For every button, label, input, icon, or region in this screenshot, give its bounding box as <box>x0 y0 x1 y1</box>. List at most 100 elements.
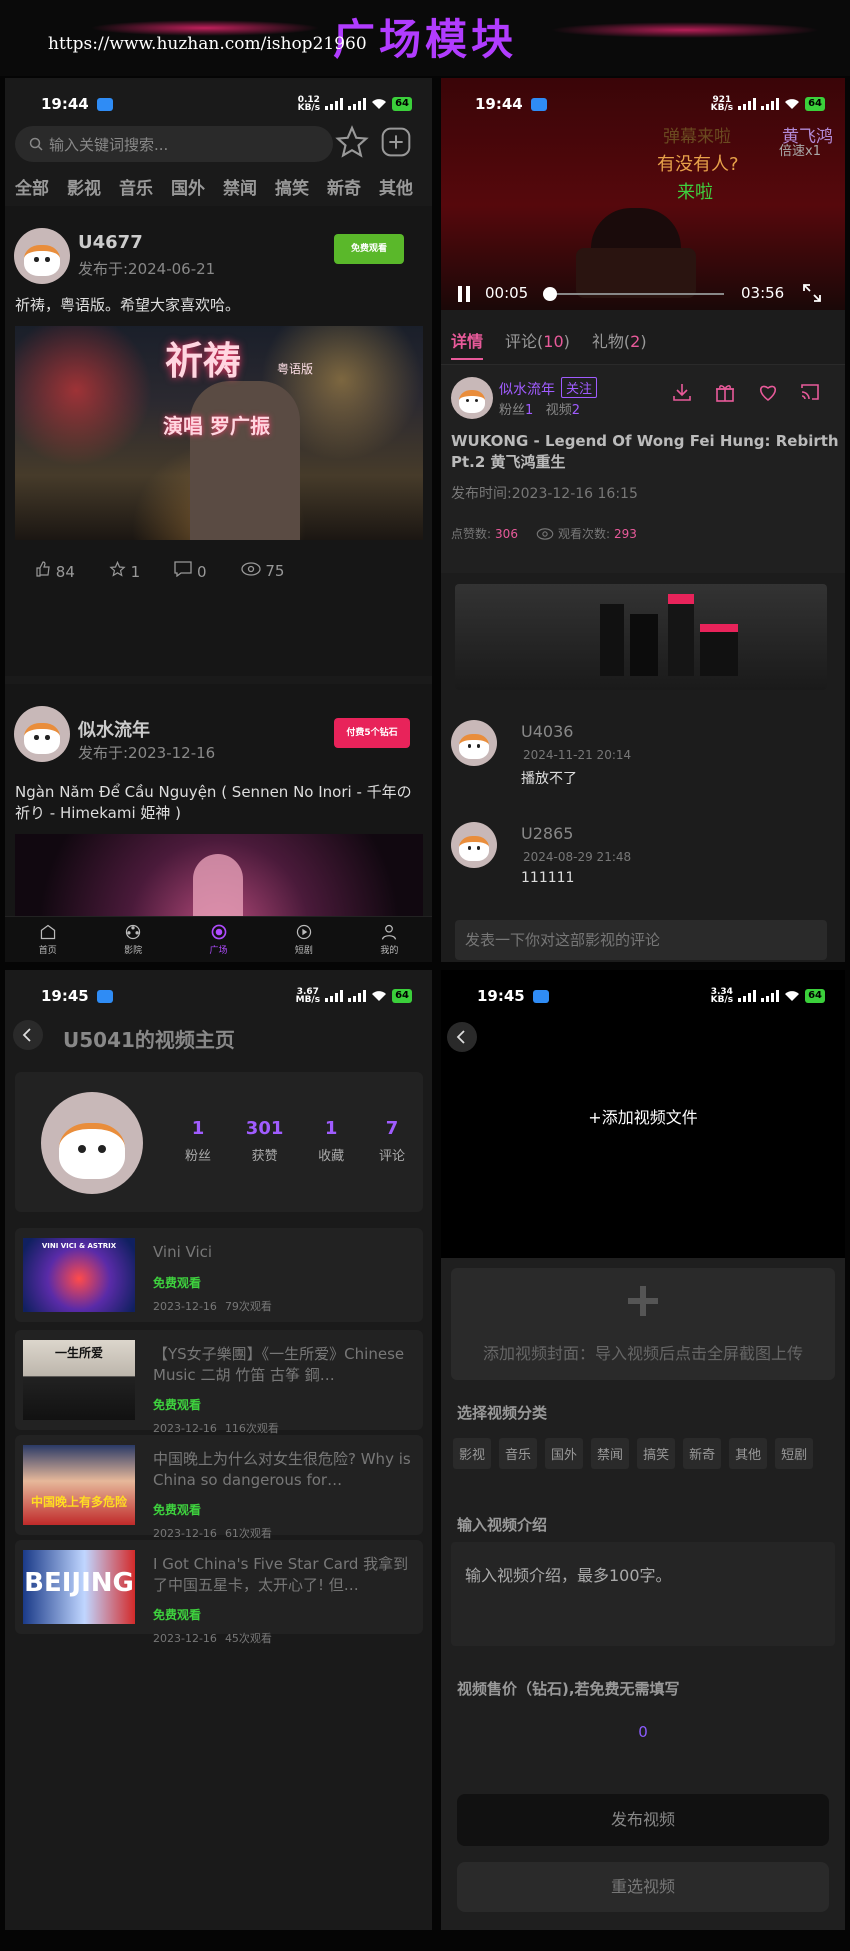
category-tab-5[interactable]: 搞笑 <box>275 179 309 199</box>
category-tab-7[interactable]: 其他 <box>379 179 413 199</box>
video-item[interactable]: 一生所爱 【YS女子樂團】《一生所爱》Chinese Music 二胡 竹笛 古筝… <box>15 1330 423 1435</box>
comment-input[interactable]: 发表一下你对这部影视的评论 <box>455 920 827 960</box>
stat-item[interactable]: 1 粉丝 <box>185 1118 211 1164</box>
cover-upload[interactable]: 添加视频封面：导入视频后点击全屏截图上传 <box>451 1268 835 1380</box>
tab-1[interactable]: 评论(10) <box>505 328 570 360</box>
category-tab-3[interactable]: 国外 <box>171 179 205 199</box>
like-button[interactable]: 84 <box>35 561 75 581</box>
video-thumbnail[interactable]: 一生所爱 <box>23 1340 135 1420</box>
reselect-button[interactable]: 重选视频 <box>457 1862 829 1912</box>
video-thumbnail[interactable]: BEIJING <box>23 1550 135 1624</box>
video-item[interactable]: VINI VICI & ASTRIX Vini Vici 免费观看 2023-12-1… <box>15 1228 423 1322</box>
search-input[interactable]: 输入关键词搜索... <box>49 134 168 155</box>
price-input[interactable]: 0 <box>451 1712 835 1752</box>
stat-item[interactable]: 301 获赞 <box>246 1118 284 1164</box>
notification-icon <box>530 97 547 111</box>
comment-user: U4036 <box>521 722 574 741</box>
category-option-1[interactable]: 音乐 <box>499 1438 538 1469</box>
status-time: 19:45 <box>477 987 525 1005</box>
category-tab-2[interactable]: 音乐 <box>119 179 153 199</box>
tab-2[interactable]: 礼物(2) <box>592 328 647 360</box>
nav-label: 广场 <box>209 946 228 956</box>
net-unit: KB/s <box>710 995 734 1005</box>
video-player[interactable]: 19:44 921 KB/s 64 弹幕来啦 黄飞鸿 倍速x1 有没有人? 来啦 … <box>441 78 845 310</box>
category-tab-6[interactable]: 新奇 <box>327 179 361 199</box>
nav-item-广场[interactable]: 广场 <box>176 917 261 962</box>
category-tab-0[interactable]: 全部 <box>15 179 49 199</box>
download-icon[interactable] <box>671 381 693 403</box>
follow-button[interactable]: 关注 <box>561 377 598 398</box>
battery-icon: 64 <box>805 97 825 111</box>
ad-banner[interactable] <box>455 584 827 690</box>
gift-icon[interactable] <box>714 381 736 403</box>
paid-badge[interactable]: 付费5个钻石 <box>334 718 410 748</box>
search-icon <box>29 137 43 151</box>
video-meta: 2023-12-16 61次观看 <box>153 1525 272 1541</box>
category-option-0[interactable]: 影视 <box>453 1438 492 1469</box>
video-preview[interactable]: 19:45 3.34 KB/s 64 +添加视频文件 <box>441 970 845 1258</box>
tab-0[interactable]: 详情 <box>451 328 484 360</box>
post-thumbnail[interactable]: 祈祷 粤语版 演唱 罗广振 <box>15 326 423 540</box>
notification-icon <box>96 97 113 111</box>
back-button[interactable] <box>447 1022 477 1052</box>
post-actions: 84 1 0 75 <box>35 560 284 581</box>
signal-icon <box>325 98 344 110</box>
heart-icon[interactable] <box>757 381 779 403</box>
avatar[interactable] <box>451 377 493 419</box>
nav-item-短剧[interactable]: 短剧 <box>261 917 346 962</box>
nav-item-我的[interactable]: 我的 <box>347 917 432 962</box>
category-option-7[interactable]: 短剧 <box>775 1438 814 1469</box>
video-views: 79次观看 <box>224 1300 272 1313</box>
category-tab-4[interactable]: 禁闻 <box>223 179 257 199</box>
free-watch-badge: 免费观看 <box>153 1608 202 1622</box>
nav-label: 我的 <box>380 946 399 956</box>
progress-knob[interactable] <box>542 287 557 301</box>
wifi-icon <box>785 991 800 1001</box>
stat-item[interactable]: 1 收藏 <box>318 1118 344 1164</box>
add-video-button[interactable]: +添加视频文件 <box>441 1104 845 1128</box>
publish-button[interactable]: 发布视频 <box>457 1794 829 1846</box>
stat-item[interactable]: 7 评论 <box>379 1118 405 1164</box>
nav-label: 首页 <box>38 946 57 956</box>
net-unit: MB/s <box>295 995 321 1005</box>
star-icon[interactable] <box>335 125 369 159</box>
tab-label: 礼物 <box>591 332 624 351</box>
category-option-4[interactable]: 搞笑 <box>637 1438 676 1469</box>
video-thumbnail[interactable]: 中国晚上有多危险 <box>23 1445 135 1525</box>
avatar[interactable] <box>14 228 70 284</box>
category-option-5[interactable]: 新奇 <box>683 1438 722 1469</box>
thumb-sub: 粤语版 <box>277 362 314 376</box>
nav-item-影院[interactable]: 影院 <box>90 917 175 962</box>
stat-value: 1 <box>324 1118 338 1139</box>
add-icon[interactable] <box>380 126 412 158</box>
video-item[interactable]: BEIJING I Got China's Five Star Card 我拿到了… <box>15 1540 423 1645</box>
free-watch-badge[interactable]: 免费观看 <box>334 234 404 264</box>
intro-textarea[interactable]: 输入视频介绍，最多100字。 <box>451 1542 835 1646</box>
avatar[interactable] <box>451 822 497 868</box>
avatar[interactable] <box>14 706 70 762</box>
video-item[interactable]: 中国晚上有多危险 中国晚上为什么对女生很危险? Why is China so d… <box>15 1435 423 1540</box>
comment-time: 2024-08-29 21:48 <box>523 850 632 864</box>
post-card[interactable]: U4677 发布于:2024-06-21 免费观看 祈祷，粤语版。希望大家喜欢哈… <box>5 206 432 676</box>
category-option-2[interactable]: 国外 <box>545 1438 584 1469</box>
video-views: 61次观看 <box>224 1527 272 1540</box>
fullscreen-icon[interactable] <box>801 282 823 304</box>
favorite-button[interactable]: 1 <box>109 560 140 581</box>
back-button[interactable] <box>13 1020 43 1050</box>
post-card[interactable]: 似水流年 发布于:2023-12-16 付费5个钻石 Ngàn Năm Để C… <box>5 684 432 962</box>
pause-icon[interactable] <box>455 284 473 304</box>
progress-track[interactable] <box>542 287 724 301</box>
search-bar[interactable]: 输入关键词搜索... <box>15 126 333 162</box>
video-thumbnail[interactable]: VINI VICI & ASTRIX <box>23 1238 135 1312</box>
video-date: 2023-12-16 <box>153 1632 217 1645</box>
post-username: U4677 <box>78 232 143 253</box>
category-tab-1[interactable]: 影视 <box>67 179 101 199</box>
category-option-6[interactable]: 其他 <box>729 1438 768 1469</box>
playback-speed[interactable]: 倍速x1 <box>779 140 821 159</box>
nav-item-首页[interactable]: 首页 <box>5 917 90 962</box>
category-option-3[interactable]: 禁闻 <box>591 1438 630 1469</box>
cast-icon[interactable] <box>799 381 821 403</box>
user-icon <box>382 924 397 940</box>
avatar[interactable] <box>451 720 497 766</box>
comment-button[interactable]: 0 <box>174 561 207 581</box>
